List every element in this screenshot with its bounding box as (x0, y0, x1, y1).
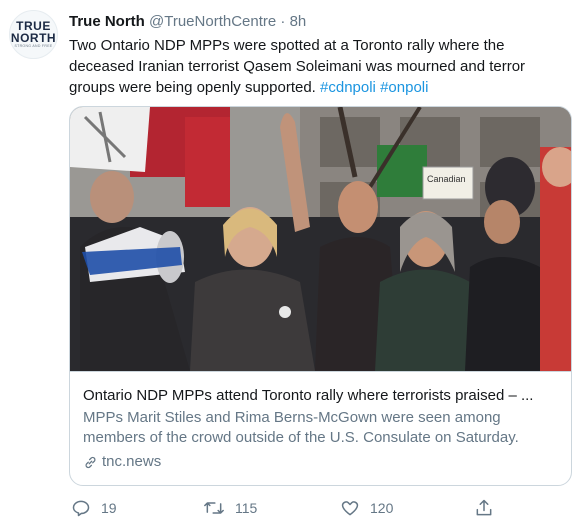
tweet-actions: 19 115 120 (69, 496, 499, 520)
like-button[interactable]: 120 (340, 496, 393, 520)
avatar-logo-line2: NORTH (10, 31, 57, 45)
share-icon (476, 499, 492, 516)
user-handle[interactable]: @TrueNorthCentre (149, 13, 276, 30)
card-description: MPPs Marit Stiles and Rima Berns-McGown … (83, 409, 519, 446)
photo-sign-text: Canadian (427, 174, 466, 184)
card-domain[interactable]: tnc.news (83, 452, 571, 472)
rally-photo-illustration: Canadian (70, 107, 571, 371)
tweet-timestamp[interactable]: 8h (290, 13, 307, 30)
tweet-header: True North @TrueNorthCentre · 8h (69, 12, 306, 32)
link-card[interactable]: Canadian Ontario NDP MPPs attend Toronto… (69, 106, 572, 486)
reply-button[interactable]: 19 (71, 496, 117, 520)
hashtag-onpoli[interactable]: #onpoli (380, 79, 428, 96)
reply-count: 19 (101, 500, 117, 516)
card-title[interactable]: Ontario NDP MPPs attend Toronto rally wh… (83, 386, 561, 406)
hashtag-cdnpoli[interactable]: #cdnpoli (320, 79, 376, 96)
avatar-logo-tagline: STRONG AND FREE (14, 44, 53, 48)
reply-icon (72, 500, 90, 517)
card-body[interactable]: Ontario NDP MPPs attend Toronto rally wh… (70, 371, 571, 472)
card-photo[interactable]: Canadian (70, 107, 571, 371)
header-separator: · (280, 13, 286, 30)
like-count: 120 (370, 500, 394, 516)
heart-icon (341, 501, 359, 516)
card-domain-text[interactable]: tnc.news (102, 452, 161, 472)
retweet-button[interactable]: 115 (203, 496, 257, 520)
tweet-body: Two Ontario NDP MPPs were spotted at a T… (69, 37, 526, 96)
tweet-text: Two Ontario NDP MPPs were spotted at a T… (69, 35, 569, 98)
share-button[interactable] (474, 496, 494, 520)
display-name[interactable]: True North (69, 13, 145, 30)
link-icon (85, 456, 96, 468)
retweet-count: 115 (235, 500, 258, 516)
profile-avatar[interactable]: TRUE NORTH STRONG AND FREE (9, 10, 58, 59)
retweet-icon (204, 502, 224, 514)
